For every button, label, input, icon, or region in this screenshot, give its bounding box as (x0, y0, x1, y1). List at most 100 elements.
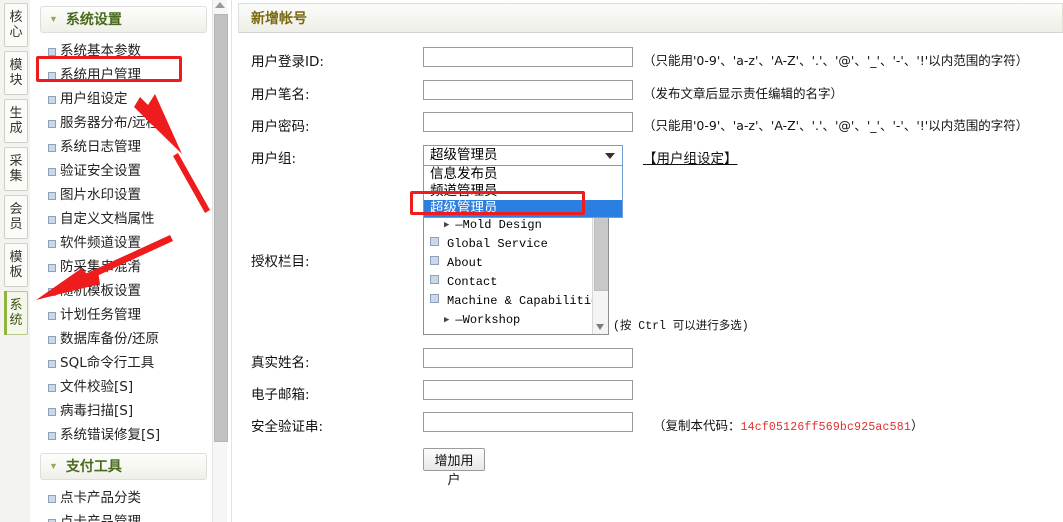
sidebar-item-label: 系统日志管理 (60, 139, 141, 155)
menu-payment-tools: 点卡产品分类 点卡产品管理 会员产品分类 (30, 484, 215, 522)
hint-safe-code-prefix: （复制本代码： (653, 418, 741, 433)
sidebar-item-system-error-repair[interactable]: 系统错误修复[S] (30, 423, 215, 447)
sidebar-scrollbar[interactable] (212, 0, 228, 522)
sidebar-item-label: 系统错误修复[S] (60, 427, 161, 443)
label-login-id: 用户登录ID: (251, 54, 324, 70)
password-input[interactable] (423, 112, 633, 132)
form-row-real-name: 真实姓名: (232, 342, 1063, 374)
channel-label: Global Service (447, 237, 548, 251)
bullet-icon (48, 216, 56, 224)
sidebar-item-server-distribution[interactable]: 服务器分布/远程 (30, 111, 215, 135)
form-row-email: 电子邮箱: (232, 374, 1063, 406)
sidebar-item-scheduled-task[interactable]: 计划任务管理 (30, 303, 215, 327)
expander-arrow-icon[interactable]: ▶ (444, 311, 449, 330)
user-group-settings-link[interactable]: 【用户组设定】 (643, 147, 738, 167)
scrollbar-thumb[interactable] (214, 14, 228, 442)
vtab-template[interactable]: 模板 (4, 243, 28, 287)
checkbox-icon[interactable] (430, 294, 439, 303)
bullet-icon (48, 312, 56, 320)
admin-page: 核心 模块 生成 采集 会员 模板 系统 ▼ 系统设置 系统基本参数 系统用户管理… (0, 0, 1063, 522)
hint-pen-name: （发布文章后显示责任编辑的名字） (643, 86, 844, 101)
dropdown-option-info-publisher[interactable]: 信息发布员 (424, 166, 622, 183)
sidebar-item-label: 防采集串混淆 (60, 259, 141, 275)
sidebar-item-label: 系统用户管理 (60, 67, 141, 83)
sidebar-item-anti-collect[interactable]: 防采集串混淆 (30, 255, 215, 279)
vtab-label: 模块 (9, 58, 23, 88)
channel-item[interactable]: ▶ —Workshop (424, 311, 608, 330)
scroll-up-arrow-icon[interactable] (215, 2, 225, 8)
email-input[interactable] (423, 380, 633, 400)
expander-arrow-icon[interactable]: ▶ (444, 216, 449, 235)
scroll-down-arrow-icon[interactable] (596, 324, 604, 330)
bullet-icon (48, 96, 56, 104)
sidebar-item-db-backup-restore[interactable]: 数据库备份/还原 (30, 327, 215, 351)
page-title: 新增帐号 (238, 3, 1063, 33)
sidebar-item-user-group-settings[interactable]: 用户组设定 (30, 87, 215, 111)
add-account-form: 用户登录ID: （只能用'0-9'、'a-z'、'A-Z'、'.'、'@'、'_… (232, 33, 1063, 488)
label-user-group: 用户组: (251, 151, 297, 167)
bullet-icon (48, 120, 56, 128)
channel-item[interactable]: ▶ —Mold Design (424, 216, 608, 235)
sidebar-item-system-log[interactable]: 系统日志管理 (30, 135, 215, 159)
dropdown-option-channel-admin[interactable]: 频道管理员 (424, 183, 622, 200)
sidebar-item-card-product-manage[interactable]: 点卡产品管理 (30, 510, 215, 522)
bullet-icon (48, 144, 56, 152)
sidebar-item-label: 病毒扫描[S] (60, 403, 134, 419)
bullet-icon (48, 264, 56, 272)
channel-label: About (447, 256, 484, 270)
bullet-icon (48, 408, 56, 416)
vtab-core[interactable]: 核心 (4, 3, 28, 47)
sidebar-item-verification-security[interactable]: 验证安全设置 (30, 159, 215, 183)
bullet-icon (48, 240, 56, 248)
sidebar-item-software-channel[interactable]: 软件频道设置 (30, 231, 215, 255)
sidebar-item-label: 自定义文档属性 (60, 211, 155, 227)
bullet-icon (48, 384, 56, 392)
sidebar-item-custom-doc-attrs[interactable]: 自定义文档属性 (30, 207, 215, 231)
sidebar-item-virus-scan[interactable]: 病毒扫描[S] (30, 399, 215, 423)
channel-item[interactable]: Contact (424, 273, 608, 292)
sidebar-item-label: 点卡产品分类 (60, 490, 141, 506)
add-user-button[interactable]: 增加用户 (423, 448, 485, 488)
safe-code-input[interactable] (423, 412, 633, 432)
sidebar-item-sql-tool[interactable]: SQL命令行工具 (30, 351, 215, 375)
panel-header-system-settings[interactable]: ▼ 系统设置 (40, 6, 207, 33)
sidebar-item-random-template[interactable]: 随机模板设置 (30, 279, 215, 303)
sidebar-item-file-verify[interactable]: 文件校验[S] (30, 375, 215, 399)
sidebar-item-label: 用户组设定 (60, 91, 128, 107)
real-name-input[interactable] (423, 348, 633, 368)
vtab-label: 会员 (9, 202, 23, 232)
channel-item[interactable]: About (424, 254, 608, 273)
sidebar-item-image-watermark[interactable]: 图片水印设置 (30, 183, 215, 207)
hint-login-id: （只能用'0-9'、'a-z'、'A-Z'、'.'、'@'、'_'、'-'、'!… (643, 53, 1029, 68)
user-group-select[interactable]: 超级管理员 (423, 145, 623, 166)
checkbox-icon[interactable] (430, 275, 439, 284)
user-group-selected-value: 超级管理员 (430, 147, 498, 163)
sidebar-item-label: 文件校验[S] (60, 379, 134, 395)
chevron-down-icon: ▼ (49, 461, 58, 471)
panel-header-payment-tools[interactable]: ▼ 支付工具 (40, 453, 207, 480)
vtab-module[interactable]: 模块 (4, 51, 28, 95)
user-group-dropdown[interactable]: 信息发布员 频道管理员 超级管理员 (423, 166, 623, 218)
sidebar-item-label: 点卡产品管理 (60, 514, 141, 522)
vtab-collect[interactable]: 采集 (4, 147, 28, 191)
checkbox-icon[interactable] (430, 256, 439, 265)
checkbox-icon[interactable] (430, 237, 439, 246)
login-id-input[interactable] (423, 47, 633, 67)
panel-title: 支付工具 (65, 458, 122, 474)
vtab-system[interactable]: 系统 (4, 291, 28, 335)
label-safe-code: 安全验证串: (251, 419, 324, 435)
bullet-icon (48, 72, 56, 80)
pen-name-input[interactable] (423, 80, 633, 100)
vtab-member[interactable]: 会员 (4, 195, 28, 239)
sidebar-item-system-user-management[interactable]: 系统用户管理 (30, 63, 215, 87)
channel-label: Contact (447, 275, 498, 289)
sidebar-item-system-basic-params[interactable]: 系统基本参数 (30, 39, 215, 63)
channel-label: Machine & Capabilities (447, 294, 606, 308)
sidebar-item-card-product-category[interactable]: 点卡产品分类 (30, 486, 215, 510)
vtab-generate[interactable]: 生成 (4, 99, 28, 143)
form-row-login-id: 用户登录ID: （只能用'0-9'、'a-z'、'A-Z'、'.'、'@'、'_… (232, 41, 1063, 74)
vtab-label: 核心 (9, 10, 23, 40)
dropdown-option-super-admin[interactable]: 超级管理员 (424, 200, 622, 217)
channel-item[interactable]: Machine & Capabilities (424, 292, 608, 311)
channel-item[interactable]: Global Service (424, 235, 608, 254)
